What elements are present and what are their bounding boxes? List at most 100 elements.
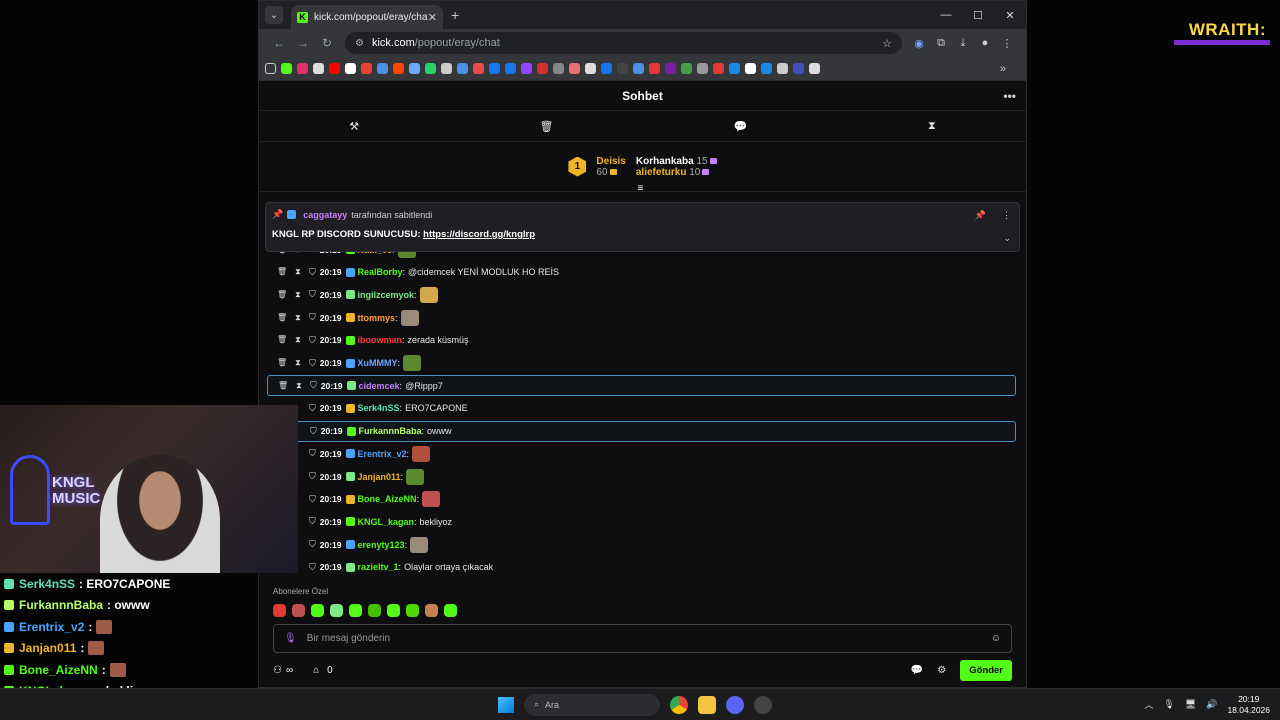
- emote-button[interactable]: [330, 604, 343, 617]
- discord-icon[interactable]: [726, 695, 744, 714]
- emote-button[interactable]: [444, 604, 457, 617]
- emote-button[interactable]: [425, 604, 438, 617]
- delete-message-icon[interactable]: 🗑: [277, 313, 287, 323]
- chrome-icon[interactable]: [670, 695, 688, 714]
- emote-button[interactable]: [406, 604, 419, 617]
- emote-button[interactable]: [368, 604, 381, 617]
- leader-first-name[interactable]: Deisis: [596, 156, 625, 167]
- message-username[interactable]: razieltv_1: [358, 562, 399, 572]
- timeout-hourglass-icon[interactable]: ⧗: [296, 381, 302, 391]
- chat-message[interactable]: ⛉ 20:19 Erentrix_v2:: [267, 443, 1016, 464]
- site-info-icon[interactable]: ⚙: [355, 38, 364, 49]
- message-username[interactable]: RealBorby: [358, 267, 403, 277]
- microphone-icon[interactable]: 🎙: [284, 633, 297, 644]
- bookmark-app-icon[interactable]: [569, 63, 580, 74]
- bookmark-app-icon[interactable]: [633, 63, 644, 74]
- pinned-link[interactable]: https://discord.gg/knglrp: [423, 229, 535, 240]
- close-tab-icon[interactable]: ✕: [428, 11, 437, 24]
- file-explorer-icon[interactable]: [698, 695, 716, 714]
- delete-icon[interactable]: 🗑: [540, 120, 554, 133]
- delete-message-icon[interactable]: 🗑: [277, 358, 287, 368]
- message-username[interactable]: ttommys: [358, 313, 396, 323]
- timeout-hourglass-icon[interactable]: ⧗: [295, 313, 301, 323]
- chat-message[interactable]: 🗑 ⧗ ⛉ 20:19 ttommys:: [267, 307, 1016, 328]
- emote-button[interactable]: [292, 604, 305, 617]
- chevron-down-icon[interactable]: ⌄: [1003, 233, 1011, 244]
- channel-points-icon[interactable]: ⚇: [273, 665, 282, 676]
- bookmark-gmail-icon[interactable]: [361, 63, 372, 74]
- message-username[interactable]: iboowman: [358, 335, 403, 345]
- message-input[interactable]: 🎙 Bir mesaj gönderin ☺: [273, 624, 1012, 653]
- chat-message[interactable]: ⛉ 20:19 razieltv_1: Olaylar ortaya çıkacak: [267, 557, 1016, 576]
- chat-message[interactable]: 🗑 ⧗ ⛉ 20:19 cidemcek: @Rippp7: [267, 375, 1016, 397]
- tray-chevron-up-icon[interactable]: ︿: [1144, 698, 1153, 711]
- leader-third-name[interactable]: aliefeturku: [636, 167, 687, 178]
- bookmark-app-icon[interactable]: [489, 63, 500, 74]
- message-username[interactable]: ingilzcemyok: [358, 290, 415, 300]
- bookmark-app-icon[interactable]: [473, 63, 484, 74]
- extension-icon[interactable]: ◉: [908, 37, 930, 50]
- chat-message[interactable]: 🗑⧗⛉20:19Natil_06:: [267, 251, 1016, 260]
- bookmark-star-icon[interactable]: ☆: [882, 37, 892, 50]
- bookmark-app-icon[interactable]: [809, 63, 820, 74]
- maximize-button[interactable]: ☐: [962, 9, 994, 22]
- pinned-menu-icon[interactable]: ⋮: [1002, 210, 1011, 221]
- delete-message-icon[interactable]: 🗑: [277, 290, 287, 300]
- bookmark-app-icon[interactable]: [697, 63, 708, 74]
- chat-bubble-icon[interactable]: 💬: [734, 120, 748, 133]
- bookmark-app-icon[interactable]: [777, 63, 788, 74]
- bookmark-app-icon[interactable]: [601, 63, 612, 74]
- chat-message[interactable]: ⛉ 20:19 erenyty123:: [267, 534, 1016, 555]
- bookmark-app-icon[interactable]: [665, 63, 676, 74]
- bookmark-instagram-icon[interactable]: [297, 63, 308, 74]
- bookmark-youtube-icon[interactable]: [329, 63, 340, 74]
- chat-message[interactable]: ⛉ 20:19 KNGL_kagan: bekliyoz: [267, 511, 1016, 532]
- slow-mode-hourglass-icon[interactable]: ⧗: [928, 120, 936, 133]
- bookmark-reddit-icon[interactable]: [393, 63, 404, 74]
- chat-message[interactable]: 🗑 ⧗ ⛉ 20:19 ingilzcemyok:: [267, 284, 1016, 305]
- emoji-picker-icon[interactable]: ☺: [991, 633, 1001, 644]
- chat-message[interactable]: ⛉ 20:19 Bone_AizeNN:: [267, 489, 1016, 510]
- windows-start-icon[interactable]: [498, 696, 514, 713]
- bookmark-app-icon[interactable]: [409, 63, 420, 74]
- profile-avatar[interactable]: ●: [974, 37, 996, 49]
- bookmark-kick-icon[interactable]: [281, 63, 292, 74]
- message-username[interactable]: erenyty123: [358, 540, 405, 550]
- emote-button[interactable]: [387, 604, 400, 617]
- download-icon[interactable]: ⤓: [952, 37, 974, 50]
- send-button[interactable]: Gönder: [960, 659, 1012, 681]
- message-username[interactable]: Bone_AizeNN: [358, 494, 417, 504]
- expand-leaderboard-icon[interactable]: ≡: [638, 183, 644, 194]
- extensions-puzzle-icon[interactable]: ⧉: [930, 37, 952, 50]
- close-window-button[interactable]: ✕: [994, 9, 1026, 22]
- chat-message[interactable]: ⛉ 20:19 Serk4nSS: ERO7CAPONE: [267, 398, 1016, 419]
- bookmark-app-icon[interactable]: [745, 63, 756, 74]
- timeout-hourglass-icon[interactable]: ⧗: [295, 358, 301, 368]
- bookmark-app-icon[interactable]: [649, 63, 660, 74]
- bookmark-google-icon[interactable]: [345, 63, 356, 74]
- settings-gear-icon[interactable]: ⚙: [937, 665, 946, 676]
- bookmark-app-icon[interactable]: [617, 63, 628, 74]
- bookmark-app-icon[interactable]: [553, 63, 564, 74]
- timeout-hourglass-icon[interactable]: ⧗: [295, 267, 301, 277]
- bookmark-app-icon[interactable]: [585, 63, 596, 74]
- browser-tab[interactable]: K kick.com/popout/eray/chat ✕: [291, 5, 443, 29]
- delete-message-icon[interactable]: 🗑: [278, 381, 288, 391]
- taskbar-search[interactable]: ⌕ Ara: [524, 693, 660, 716]
- back-icon[interactable]: ←: [267, 36, 291, 50]
- emote-button[interactable]: [311, 604, 324, 617]
- timeout-hourglass-icon[interactable]: ⧗: [295, 335, 301, 345]
- emote-button[interactable]: [273, 604, 286, 617]
- delete-message-icon[interactable]: 🗑: [277, 335, 287, 345]
- bookmark-app-icon[interactable]: [457, 63, 468, 74]
- delete-message-icon[interactable]: 🗑: [277, 267, 287, 277]
- bookmark-app-icon[interactable]: [793, 63, 804, 74]
- microphone-tray-icon[interactable]: 🎙: [1163, 699, 1174, 710]
- url-input[interactable]: ⚙ kick.com/popout/eray/chat ☆: [345, 32, 902, 54]
- new-tab-button[interactable]: +: [451, 7, 459, 23]
- timeout-hourglass-icon[interactable]: ⧗: [295, 290, 301, 300]
- emote-button[interactable]: [349, 604, 362, 617]
- bookmark-app-icon[interactable]: [713, 63, 724, 74]
- menu-dots-icon[interactable]: ⋮: [996, 37, 1018, 50]
- volume-icon[interactable]: 🔊: [1206, 699, 1217, 710]
